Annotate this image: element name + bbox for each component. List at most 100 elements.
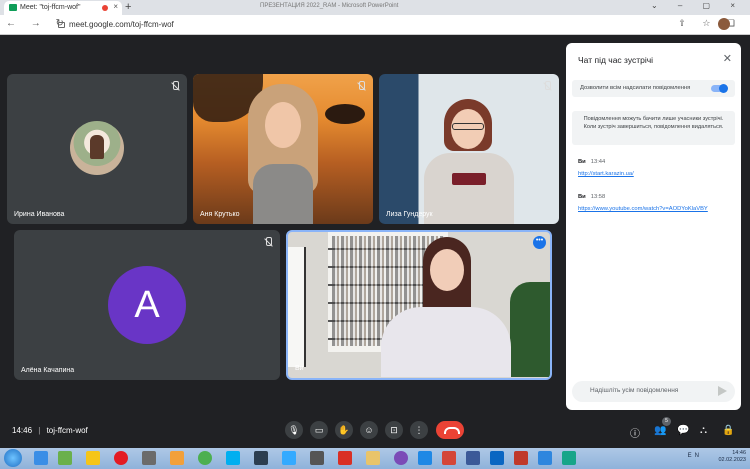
app-icon[interactable] [538,451,552,465]
participant-tile-irina[interactable]: Ирина Иванова [7,74,187,224]
message-sender: Ви [578,159,586,165]
app-icon[interactable] [442,451,456,465]
profile-avatar[interactable] [718,18,730,30]
acrobat-icon[interactable] [338,451,352,465]
app-icon[interactable] [170,451,184,465]
participant-name: Алёна Качапина [21,367,75,374]
participant-tile-liza[interactable]: Лиза Гундерук [379,74,559,224]
end-call-button[interactable] [436,421,464,439]
chat-panel: Чат під час зустрічі ✕ Дозволити всім на… [566,43,741,410]
system-tray-icons[interactable]: EN [688,453,702,459]
background-plant [510,282,550,377]
skype-icon[interactable] [226,451,240,465]
tab-close-icon[interactable]: × [113,2,118,11]
info-icon[interactable]: ⓘ [630,425,640,440]
telegram-icon[interactable] [282,451,296,465]
meeting-code: toj-ffcm-wof [46,426,88,435]
mic-off-icon [542,81,552,91]
clock-time: 14:46 [732,450,746,456]
reactions-button[interactable]: ☺ [360,421,378,439]
opera-icon[interactable] [114,451,128,465]
chat-message: Ви 13:58 https://www.youtube.com/watch?v=… [578,194,708,212]
participant-video [248,84,318,224]
activities-icon[interactable]: ⛬ [700,425,707,436]
host-controls-icon[interactable]: 🔒 [722,425,734,436]
participant-name: Лиза Гундерук [386,211,433,218]
participant-tile-anya[interactable]: Аня Крутько [193,74,373,224]
chat-notice: Повідомлення можуть бачити лише учасники… [572,111,735,145]
participant-tile-self[interactable]: ••• Ви [286,230,552,380]
mic-button[interactable]: 🎙 [285,421,303,439]
address-bar[interactable]: meet.google.com/toj-ffcm-wof [58,18,638,32]
app-icon[interactable] [466,451,480,465]
app-icon[interactable] [58,451,72,465]
participant-name: Ирина Иванова [14,211,65,218]
ie-icon[interactable] [34,451,48,465]
hand-icon: ✋ [338,425,350,435]
separator: | [38,426,41,435]
app-icon[interactable] [490,451,504,465]
meet-favicon-icon [9,4,17,11]
avatar: A [108,266,186,344]
mic-off-icon [356,81,366,91]
recording-dot-icon [102,5,108,11]
send-icon[interactable] [718,386,727,396]
app-icon[interactable] [562,451,576,465]
message-sender: Ви [578,194,586,200]
close-icon[interactable]: ✕ [723,52,732,65]
message-time: 13:58 [590,194,606,200]
lightroom-icon[interactable] [254,451,268,465]
meeting-info: 14:46 | toj-ffcm-wof [12,426,88,435]
camera-icon: ▭ [314,425,324,435]
app-icon[interactable] [310,451,324,465]
browser-extension-icons[interactable]: ⇪ ☆ ❑ [678,18,742,29]
language-indicator[interactable]: EN [688,453,702,459]
browser-tab[interactable]: Meet: "toj-ffcm-wof" × [4,1,122,15]
participant-tile-alena[interactable]: A Алёна Качапина [14,230,280,380]
word-icon[interactable] [418,451,432,465]
more-vert-icon: ⋮ [414,425,424,435]
present-button[interactable]: ⊡ [385,421,403,439]
app-icon[interactable] [142,451,156,465]
powerpoint-icon[interactable] [514,451,528,465]
tab-title: Meet: "toj-ffcm-wof" [20,4,81,11]
meeting-time: 14:46 [12,426,33,435]
chat-message: Ви 13:44 http://start.karazin.ua/ [578,159,634,177]
explorer-icon[interactable] [366,451,380,465]
participant-name: Ви [295,365,304,372]
chrome-icon[interactable] [198,451,212,465]
message-time: 13:44 [590,159,606,165]
chat-icon[interactable]: 💬 [677,425,689,436]
mic-icon: 🎙 [288,425,300,435]
app-icon[interactable] [86,451,100,465]
chat-title: Чат під час зустрічі [578,55,654,65]
participant-video [424,99,514,224]
more-options-button[interactable]: ⋮ [410,421,428,439]
message-link[interactable]: http://start.karazin.ua/ [578,171,634,177]
mic-off-icon [263,237,273,247]
background-window [288,247,306,367]
more-options-icon[interactable]: ••• [533,236,546,249]
window-title: ПРЕЗЕНТАЦИЯ 2022_RAM - Microsoft PowerPo… [260,3,399,9]
camera-button[interactable]: ▭ [310,421,328,439]
new-tab-button[interactable]: + [125,1,131,13]
viber-icon[interactable] [394,451,408,465]
allow-messages-label: Дозволити всім надсилати повідомлення [580,85,691,91]
present-screen-icon: ⊡ [390,425,398,435]
allow-messages-toggle[interactable] [711,84,728,93]
mic-off-icon [170,81,180,91]
avatar [70,121,124,175]
windows-start-button[interactable] [4,449,22,467]
message-link[interactable]: https://www.youtube.com/watch?v=AODYoKla… [578,206,708,212]
raise-hand-button[interactable]: ✋ [335,421,353,439]
taskbar-clock[interactable]: 14:46 02.02.2023 [718,450,746,464]
chat-message-input[interactable]: Надішліть усім повідомлення [572,381,735,402]
participant-video [381,237,511,377]
allow-messages-row: Дозволити всім надсилати повідомлення [572,80,735,97]
participants-count-badge: 5 [662,417,671,426]
chat-input-placeholder: Надішліть усім повідомлення [590,387,679,394]
clock-date: 02.02.2023 [718,457,746,463]
window-controls[interactable]: ⌄ – ▢ × [651,1,744,10]
people-icon[interactable]: 👥 [654,425,666,436]
background-tree [325,104,365,124]
